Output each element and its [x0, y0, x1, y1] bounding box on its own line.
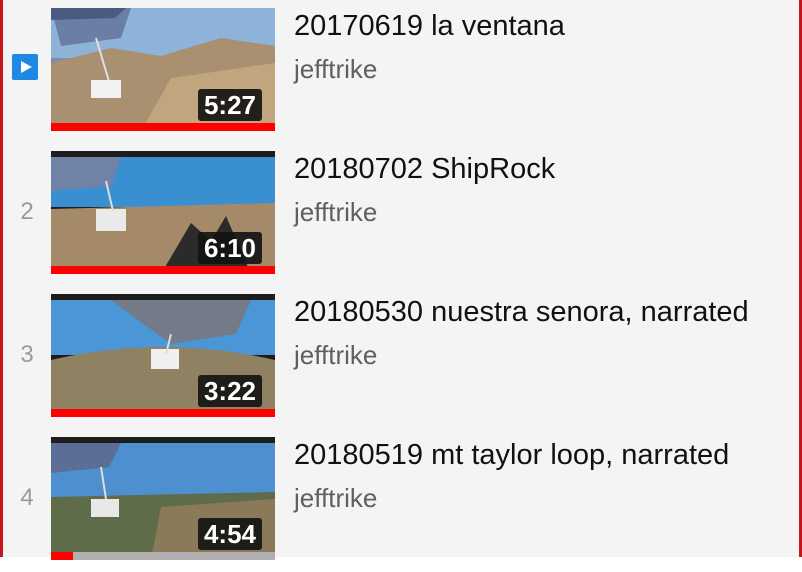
- duration-badge: 3:22: [197, 375, 262, 407]
- duration-badge: 4:54: [197, 518, 262, 550]
- playlist-item[interactable]: 2 6:10 20180702 ShipRock jefftrike: [6, 143, 802, 286]
- watch-progress-fill: [51, 123, 275, 131]
- video-thumbnail[interactable]: 4:54: [51, 437, 275, 560]
- watch-progress-fill: [51, 409, 275, 417]
- video-title[interactable]: 20170619 la ventana: [294, 8, 565, 44]
- playlist-index: 2: [20, 198, 34, 225]
- watch-progress-bar: [51, 409, 275, 417]
- duration-badge: 5:27: [197, 89, 262, 121]
- playlist-panel: 5:27 20170619 la ventana jefftrike 2 6:1…: [0, 0, 802, 560]
- duration-badge: 6:10: [197, 232, 262, 264]
- video-title[interactable]: 20180519 mt taylor loop, narrated: [294, 437, 729, 473]
- playlist-item[interactable]: 5:27 20170619 la ventana jefftrike: [6, 0, 802, 143]
- video-thumbnail[interactable]: 5:27: [51, 8, 275, 131]
- video-thumbnail[interactable]: 3:22: [51, 294, 275, 417]
- watch-progress-bar: [51, 552, 275, 560]
- watch-progress-bar: [51, 266, 275, 274]
- playlist-index: 3: [20, 341, 34, 368]
- video-title[interactable]: 20180530 nuestra senora, narrated: [294, 294, 749, 330]
- channel-name: jefftrike: [294, 197, 378, 227]
- watch-progress-fill: [51, 266, 275, 274]
- video-title[interactable]: 20180702 ShipRock: [294, 151, 555, 187]
- channel-name: jefftrike: [294, 54, 378, 84]
- now-playing-icon: [12, 54, 38, 80]
- channel-name: jefftrike: [294, 483, 378, 513]
- playlist-item[interactable]: 4 4:54 20180519 mt taylor loop, narrated…: [6, 429, 802, 572]
- channel-name: jefftrike: [294, 340, 378, 370]
- video-thumbnail[interactable]: 6:10: [51, 151, 275, 274]
- playlist-item[interactable]: 3 3:22 20180530 nuestra senora, narrated…: [6, 286, 802, 429]
- playlist-index: 4: [20, 484, 34, 511]
- watch-progress-bar: [51, 123, 275, 131]
- watch-progress-fill: [51, 552, 74, 560]
